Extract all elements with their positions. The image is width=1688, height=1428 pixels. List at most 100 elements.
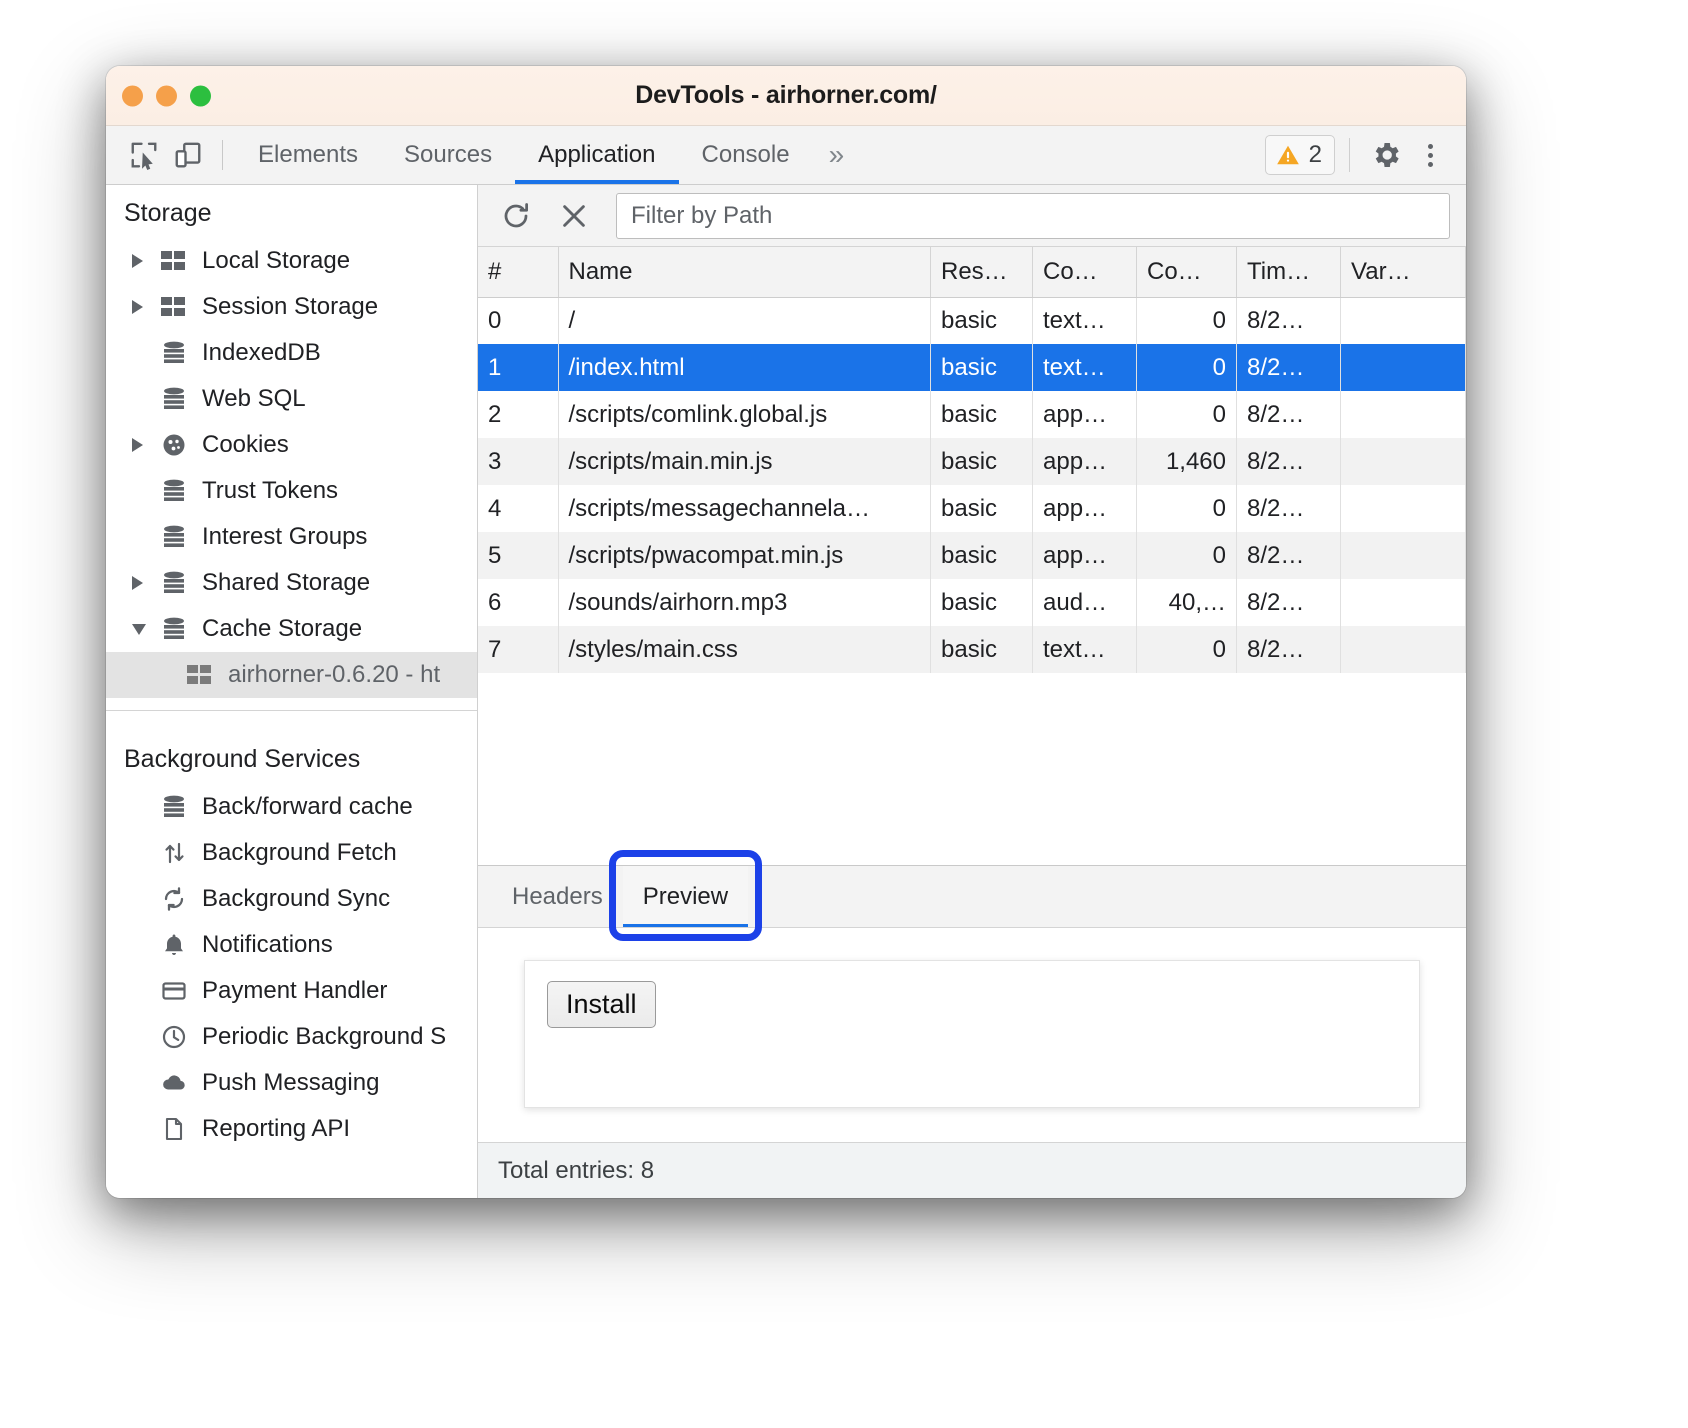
expander-collapsed-icon[interactable] (132, 254, 154, 268)
panel-tabs: Elements Sources Application Console » (235, 126, 860, 184)
cache-entry-detail-drawer: Headers Preview Install (478, 865, 1466, 1142)
devtools-window: DevTools - airhorner.com/ Eleme (106, 66, 1466, 1198)
more-tabs-button[interactable]: » (813, 126, 861, 184)
column-header-content-length[interactable]: Co… (1137, 247, 1237, 297)
table-header: # Name Res… Co… Co… Tim… Var… (478, 247, 1466, 297)
sidebar-item-indexeddb[interactable]: IndexedDB (106, 330, 477, 376)
screenshot-root: DevTools - airhorner.com/ Eleme (0, 0, 1688, 1428)
cache-entries-table: # Name Res… Co… Co… Tim… Var… 0 (478, 247, 1466, 673)
sidebar-item-label: Periodic Background S (202, 1023, 446, 1051)
warning-count: 2 (1309, 141, 1322, 169)
cell-vary (1341, 438, 1466, 485)
sidebar-item-background-fetch[interactable]: Background Fetch (106, 830, 477, 876)
sidebar-divider (106, 710, 477, 711)
tab-preview[interactable]: Preview (623, 866, 748, 927)
close-window-button[interactable] (122, 85, 143, 106)
cache-storage-panel: # Name Res… Co… Co… Tim… Var… 0 (478, 185, 1466, 1198)
sidebar-item-notifications[interactable]: Notifications (106, 922, 477, 968)
tab-console[interactable]: Console (679, 126, 813, 184)
table-row[interactable]: 3 /scripts/main.min.js basic app… 1,460 … (478, 438, 1466, 485)
table-row[interactable]: 1 /index.html basic text… 0 8/2… (478, 344, 1466, 391)
column-header-vary-header[interactable]: Var… (1341, 247, 1466, 297)
cell-response-type: basic (931, 579, 1033, 626)
sidebar-item-trust-tokens[interactable]: Trust Tokens (106, 468, 477, 514)
cell-name: /index.html (558, 344, 931, 391)
cell-index: 1 (478, 344, 558, 391)
expander-collapsed-icon[interactable] (132, 300, 154, 314)
column-header-time-cached[interactable]: Tim… (1237, 247, 1341, 297)
minimize-window-button[interactable] (156, 85, 177, 106)
maximize-window-button[interactable] (190, 85, 211, 106)
sidebar-item-background-sync[interactable]: Background Sync (106, 876, 477, 922)
sidebar-item-reporting-api[interactable]: Reporting API (106, 1106, 477, 1152)
sidebar-item-periodic-background-sync[interactable]: Periodic Background S (106, 1014, 477, 1060)
inspect-element-icon[interactable] (122, 134, 166, 176)
filter-by-path-input[interactable] (616, 193, 1450, 239)
cell-response-type: basic (931, 626, 1033, 673)
sidebar-item-label: Push Messaging (202, 1069, 379, 1097)
column-header-content-type[interactable]: Co… (1033, 247, 1137, 297)
sidebar-item-shared-storage[interactable]: Shared Storage (106, 560, 477, 606)
expander-collapsed-icon[interactable] (132, 576, 154, 590)
cell-name: /scripts/comlink.global.js (558, 391, 931, 438)
sidebar-item-cache-airhorner[interactable]: airhorner-0.6.20 - ht (106, 652, 477, 698)
expander-expanded-icon[interactable] (132, 624, 154, 635)
cell-index: 6 (478, 579, 558, 626)
refresh-icon[interactable] (490, 192, 542, 240)
warning-badge[interactable]: 2 (1265, 135, 1335, 175)
table-row[interactable]: 4 /scripts/messagechannela… basic app… 0… (478, 485, 1466, 532)
table-row[interactable]: 7 /styles/main.css basic text… 0 8/2… (478, 626, 1466, 673)
table-row[interactable]: 5 /scripts/pwacompat.min.js basic app… 0… (478, 532, 1466, 579)
database-icon (158, 476, 190, 506)
cell-response-type: basic (931, 344, 1033, 391)
cell-time-cached: 8/2… (1237, 626, 1341, 673)
tab-application[interactable]: Application (515, 126, 678, 184)
sidebar-item-cookies[interactable]: Cookies (106, 422, 477, 468)
sidebar-section-storage-title: Storage (106, 191, 477, 238)
install-button[interactable]: Install (547, 981, 656, 1028)
sidebar-item-back-forward-cache[interactable]: Back/forward cache (106, 784, 477, 830)
cell-vary (1341, 344, 1466, 391)
cell-content-type: aud… (1033, 579, 1137, 626)
tab-headers[interactable]: Headers (492, 866, 623, 927)
cell-response-type: basic (931, 485, 1033, 532)
kebab-menu-icon[interactable] (1408, 133, 1452, 177)
preview-render-frame: Install (524, 960, 1420, 1108)
expander-collapsed-icon[interactable] (132, 438, 154, 452)
device-toolbar-icon[interactable] (166, 134, 210, 176)
tab-sources-label: Sources (404, 141, 492, 169)
updown-arrows-icon (158, 838, 190, 868)
tab-application-label: Application (538, 141, 655, 169)
sidebar-item-interest-groups[interactable]: Interest Groups (106, 514, 477, 560)
table-row[interactable]: 0 / basic text… 0 8/2… (478, 297, 1466, 344)
gear-icon[interactable] (1364, 133, 1408, 177)
database-icon (158, 338, 190, 368)
sidebar-item-cache-storage[interactable]: Cache Storage (106, 606, 477, 652)
cell-content-type: text… (1033, 297, 1137, 344)
close-x-icon[interactable] (548, 192, 600, 240)
cell-content-length: 0 (1137, 626, 1237, 673)
window-controls (122, 85, 211, 106)
sidebar-item-local-storage[interactable]: Local Storage (106, 238, 477, 284)
sidebar-item-session-storage[interactable]: Session Storage (106, 284, 477, 330)
sidebar-item-push-messaging[interactable]: Push Messaging (106, 1060, 477, 1106)
cell-response-type: basic (931, 391, 1033, 438)
table-empty-space (478, 673, 1466, 865)
bell-icon (158, 930, 190, 960)
sidebar-item-payment-handler[interactable]: Payment Handler (106, 968, 477, 1014)
cache-entries-table-wrap: # Name Res… Co… Co… Tim… Var… 0 (478, 247, 1466, 673)
database-icon (158, 792, 190, 822)
cell-content-length: 0 (1137, 344, 1237, 391)
tab-elements[interactable]: Elements (235, 126, 381, 184)
sidebar-item-label: airhorner-0.6.20 - ht (228, 661, 440, 689)
sidebar-item-web-sql[interactable]: Web SQL (106, 376, 477, 422)
column-header-index[interactable]: # (478, 247, 558, 297)
tab-headers-label: Headers (512, 883, 603, 911)
credit-card-icon (158, 976, 190, 1006)
column-header-response-type[interactable]: Res… (931, 247, 1033, 297)
cell-content-type: text… (1033, 344, 1137, 391)
table-row[interactable]: 2 /scripts/comlink.global.js basic app… … (478, 391, 1466, 438)
tab-sources[interactable]: Sources (381, 126, 515, 184)
table-row[interactable]: 6 /sounds/airhorn.mp3 basic aud… 40,… 8/… (478, 579, 1466, 626)
column-header-name[interactable]: Name (558, 247, 931, 297)
